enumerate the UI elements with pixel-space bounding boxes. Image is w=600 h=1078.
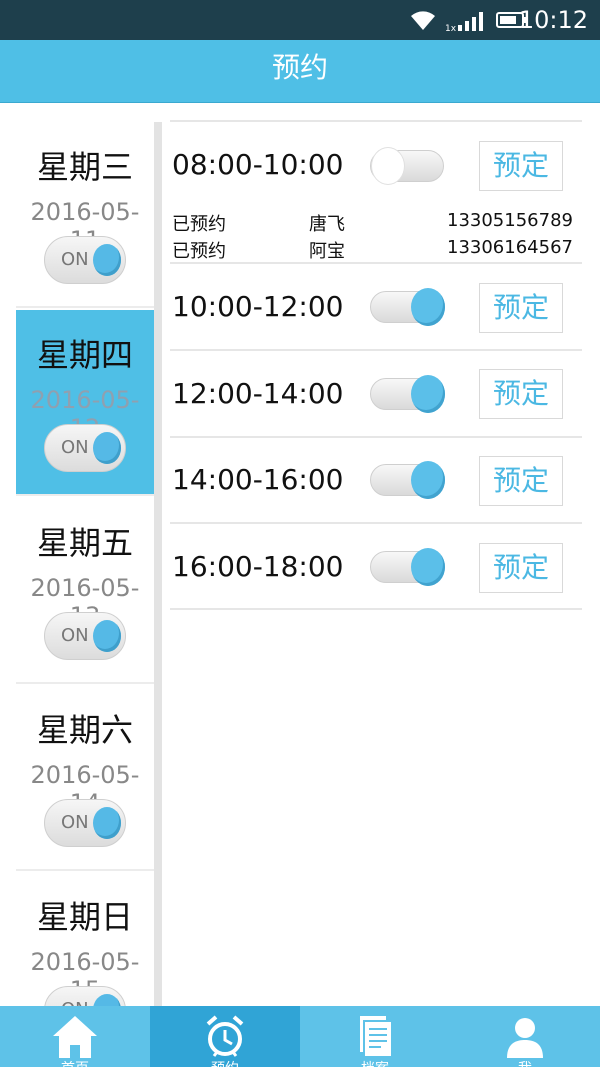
day-item-sunday[interactable]: 星期日 2016-05-15 ON	[16, 872, 154, 1006]
home-icon	[53, 1016, 97, 1058]
slot-time: 08:00-10:00	[172, 148, 344, 181]
switch-knob	[411, 375, 445, 413]
slot-switch[interactable]	[370, 375, 445, 413]
page-title: 预约	[271, 51, 328, 84]
day-toggle[interactable]: ON	[44, 612, 126, 660]
slot-switch[interactable]	[370, 461, 445, 499]
slot-time: 10:00-12:00	[172, 290, 344, 323]
slot-time: 16:00-18:00	[172, 550, 344, 583]
user-icon	[507, 1018, 543, 1058]
day-toggle[interactable]: ON	[44, 986, 126, 1006]
booking-name: 阿宝	[309, 241, 345, 262]
document-icon	[360, 1016, 393, 1058]
slot-switch[interactable]	[370, 288, 445, 326]
booking-name: 唐飞	[309, 214, 345, 235]
slot-switch[interactable]	[370, 548, 445, 586]
header: 预约	[0, 40, 600, 103]
toggle-label: ON	[61, 999, 89, 1006]
day-name: 星期三	[36, 148, 133, 186]
reserve-button[interactable]: 预定	[479, 456, 563, 506]
day-item-wednesday[interactable]: 星期三 2016-05-11 ON	[16, 122, 154, 308]
signal-icon	[458, 12, 483, 31]
reserve-button[interactable]: 预定	[479, 141, 563, 191]
toggle-knob	[93, 807, 121, 839]
day-name: 星期六	[36, 711, 133, 749]
switch-knob	[411, 548, 445, 586]
booking-status: 已预约	[172, 214, 226, 235]
switch-knob	[411, 461, 445, 499]
day-name: 星期五	[36, 524, 133, 562]
day-toggle[interactable]: ON	[44, 236, 126, 284]
slot-switch[interactable]	[370, 147, 444, 185]
slot-divider	[170, 522, 582, 524]
alarm-clock-icon	[206, 1015, 244, 1057]
status-time: 10:12	[518, 6, 588, 34]
day-item-thursday[interactable]: 星期四 2016-05-12 ON	[16, 310, 154, 496]
toggle-knob	[93, 244, 121, 276]
slot-divider	[170, 120, 582, 122]
day-name: 星期日	[36, 898, 133, 936]
slot-divider	[170, 262, 582, 264]
day-name: 星期四	[36, 336, 133, 374]
reserve-button[interactable]: 预定	[479, 369, 563, 419]
toggle-knob	[93, 620, 121, 652]
reserve-button[interactable]: 预定	[479, 543, 563, 593]
toggle-knob	[93, 432, 121, 464]
slot-time: 12:00-14:00	[172, 377, 344, 410]
tab-profile[interactable]: 我	[450, 1006, 600, 1077]
toggle-label: ON	[61, 625, 89, 646]
day-toggle[interactable]: ON	[44, 799, 126, 847]
day-item-friday[interactable]: 星期五 2016-05-13 ON	[16, 498, 154, 684]
bottom-tab-bar: 首页 预约 档案 我	[0, 1006, 600, 1077]
toggle-label: ON	[61, 437, 89, 458]
toggle-label: ON	[61, 812, 89, 833]
day-list[interactable]: 星期三 2016-05-11 ON 星期四 2016-05-12 ON 星期五 …	[16, 122, 154, 1006]
status-bar: 1x 10:12	[0, 0, 600, 40]
booking-phone: 13306164567	[447, 237, 573, 258]
tab-home[interactable]: 首页	[0, 1006, 150, 1077]
wifi-icon	[411, 11, 435, 30]
switch-knob	[371, 147, 405, 185]
slot-divider	[170, 608, 582, 610]
slot-divider	[170, 436, 582, 438]
tab-label: 首页	[61, 1061, 89, 1077]
tab-label: 预约	[211, 1061, 239, 1077]
tab-label: 我	[518, 1061, 532, 1077]
slot-divider	[170, 349, 582, 351]
day-toggle[interactable]: ON	[44, 424, 126, 472]
reserve-button[interactable]: 预定	[479, 283, 563, 333]
switch-knob	[411, 288, 445, 326]
toggle-knob	[93, 994, 121, 1006]
tab-label: 档案	[361, 1061, 389, 1077]
booking-status: 已预约	[172, 241, 226, 262]
day-item-saturday[interactable]: 星期六 2016-05-14 ON	[16, 685, 154, 871]
toggle-label: ON	[61, 249, 89, 270]
slot-time: 14:00-16:00	[172, 463, 344, 496]
tab-reservation[interactable]: 预约	[150, 1006, 300, 1077]
sidebar-divider	[154, 122, 162, 1006]
booking-phone: 13305156789	[447, 210, 573, 231]
tab-records[interactable]: 档案	[300, 1006, 450, 1077]
